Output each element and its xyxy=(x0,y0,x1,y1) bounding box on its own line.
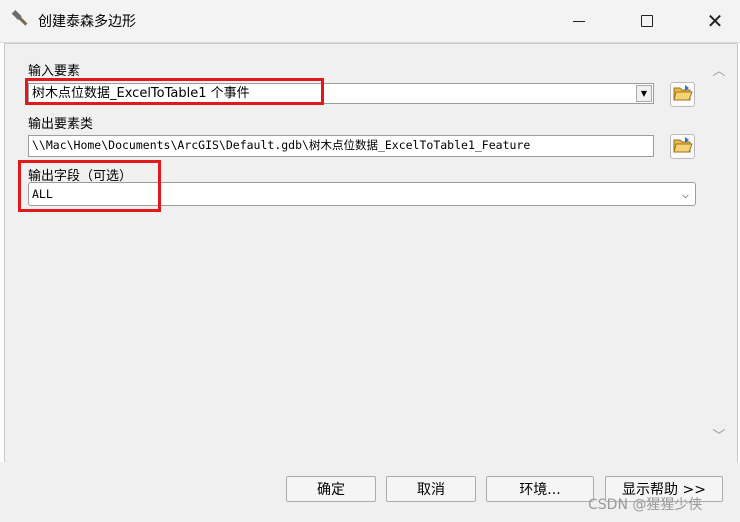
close-icon: ✕ xyxy=(706,9,724,33)
minimize-button[interactable] xyxy=(556,0,602,42)
scroll-up-icon[interactable]: ︿ xyxy=(711,62,727,79)
input-features-browse-button[interactable] xyxy=(670,82,695,107)
chevron-down-icon: ⌵ xyxy=(681,187,689,201)
dropdown-arrow-icon[interactable]: ▼ xyxy=(636,85,652,102)
folder-open-icon xyxy=(672,84,693,106)
input-features-label: 输入要素 xyxy=(28,64,81,79)
window-title: 创建泰森多边形 xyxy=(38,14,136,30)
output-feature-class-browse-button[interactable] xyxy=(670,134,695,159)
title-bar: 创建泰森多边形 ✕ xyxy=(0,0,740,43)
output-feature-class-input[interactable]: \\Mac\Home\Documents\ArcGIS\Default.gdb\… xyxy=(28,135,654,157)
folder-open-icon xyxy=(672,136,693,158)
ok-button[interactable]: 确定 xyxy=(286,476,376,502)
hammer-icon xyxy=(10,9,32,31)
dialog-content xyxy=(4,43,738,463)
scroll-down-icon[interactable]: ﹀ xyxy=(711,427,727,444)
highlight-box-output-fields xyxy=(18,160,161,212)
environments-button[interactable]: 环境... xyxy=(486,476,594,502)
close-button[interactable]: ✕ xyxy=(692,0,738,42)
maximize-icon xyxy=(641,15,653,27)
minimize-icon xyxy=(573,20,585,22)
cancel-button[interactable]: 取消 xyxy=(386,476,476,502)
highlight-box-input-features xyxy=(25,78,324,105)
maximize-button[interactable] xyxy=(624,0,670,42)
watermark: CSDN @猩猩少侠 xyxy=(588,497,703,513)
output-feature-class-value: \\Mac\Home\Documents\ArcGIS\Default.gdb\… xyxy=(32,138,531,152)
output-feature-class-label: 输出要素类 xyxy=(28,117,94,132)
